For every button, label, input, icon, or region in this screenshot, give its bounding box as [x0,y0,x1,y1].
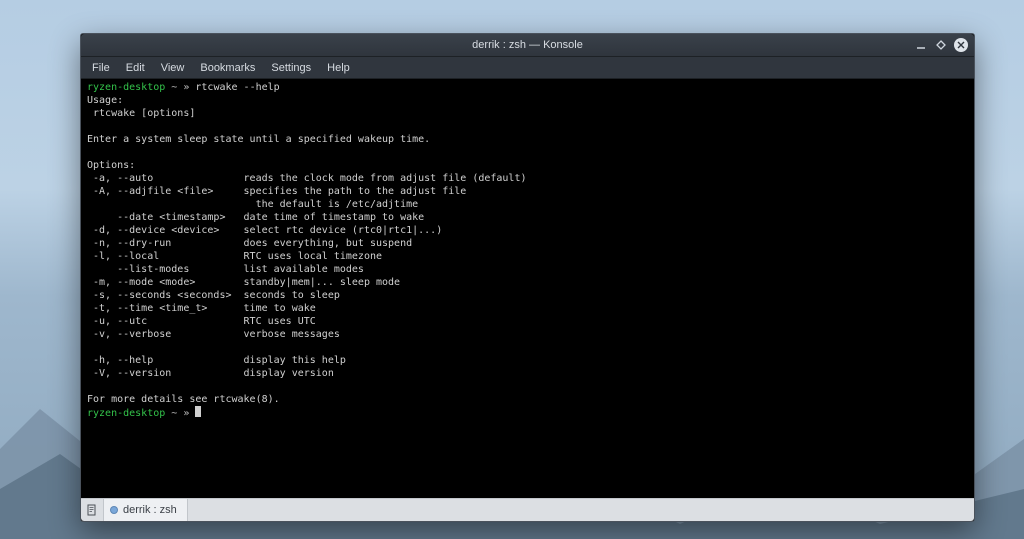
window-title: derrik : zsh — Konsole [81,39,974,51]
tab-activity-icon [110,506,118,514]
prompt-path: ~ » [165,82,189,93]
document-icon [86,504,98,516]
prompt-path: ~ » [165,408,195,419]
menu-bookmarks[interactable]: Bookmarks [193,60,262,76]
tab-label: derrik : zsh [123,504,177,516]
menubar: File Edit View Bookmarks Settings Help [81,57,974,79]
prompt-hostname: ryzen-desktop [87,408,165,419]
window-controls [914,38,974,52]
menu-edit[interactable]: Edit [119,60,152,76]
window-titlebar[interactable]: derrik : zsh — Konsole [81,34,974,57]
command-output: Usage: rtcwake [options] Enter a system … [87,95,527,405]
close-button[interactable] [954,38,968,52]
text-cursor [195,406,201,417]
new-tab-button[interactable] [81,499,104,521]
maximize-button[interactable] [934,38,948,52]
menu-settings[interactable]: Settings [264,60,318,76]
prompt-hostname: ryzen-desktop [87,82,165,93]
menu-file[interactable]: File [85,60,117,76]
tab-active[interactable]: derrik : zsh [104,499,188,521]
konsole-window: derrik : zsh — Konsole File Edit View Bo… [80,33,975,522]
minimize-button[interactable] [914,38,928,52]
terminal-viewport[interactable]: ryzen-desktop ~ » rtcwake --help Usage: … [81,79,974,498]
menu-view[interactable]: View [154,60,192,76]
tab-bar: derrik : zsh [81,498,974,521]
terminal-content[interactable]: ryzen-desktop ~ » rtcwake --help Usage: … [87,81,968,420]
entered-command: rtcwake --help [189,82,279,93]
menu-help[interactable]: Help [320,60,357,76]
